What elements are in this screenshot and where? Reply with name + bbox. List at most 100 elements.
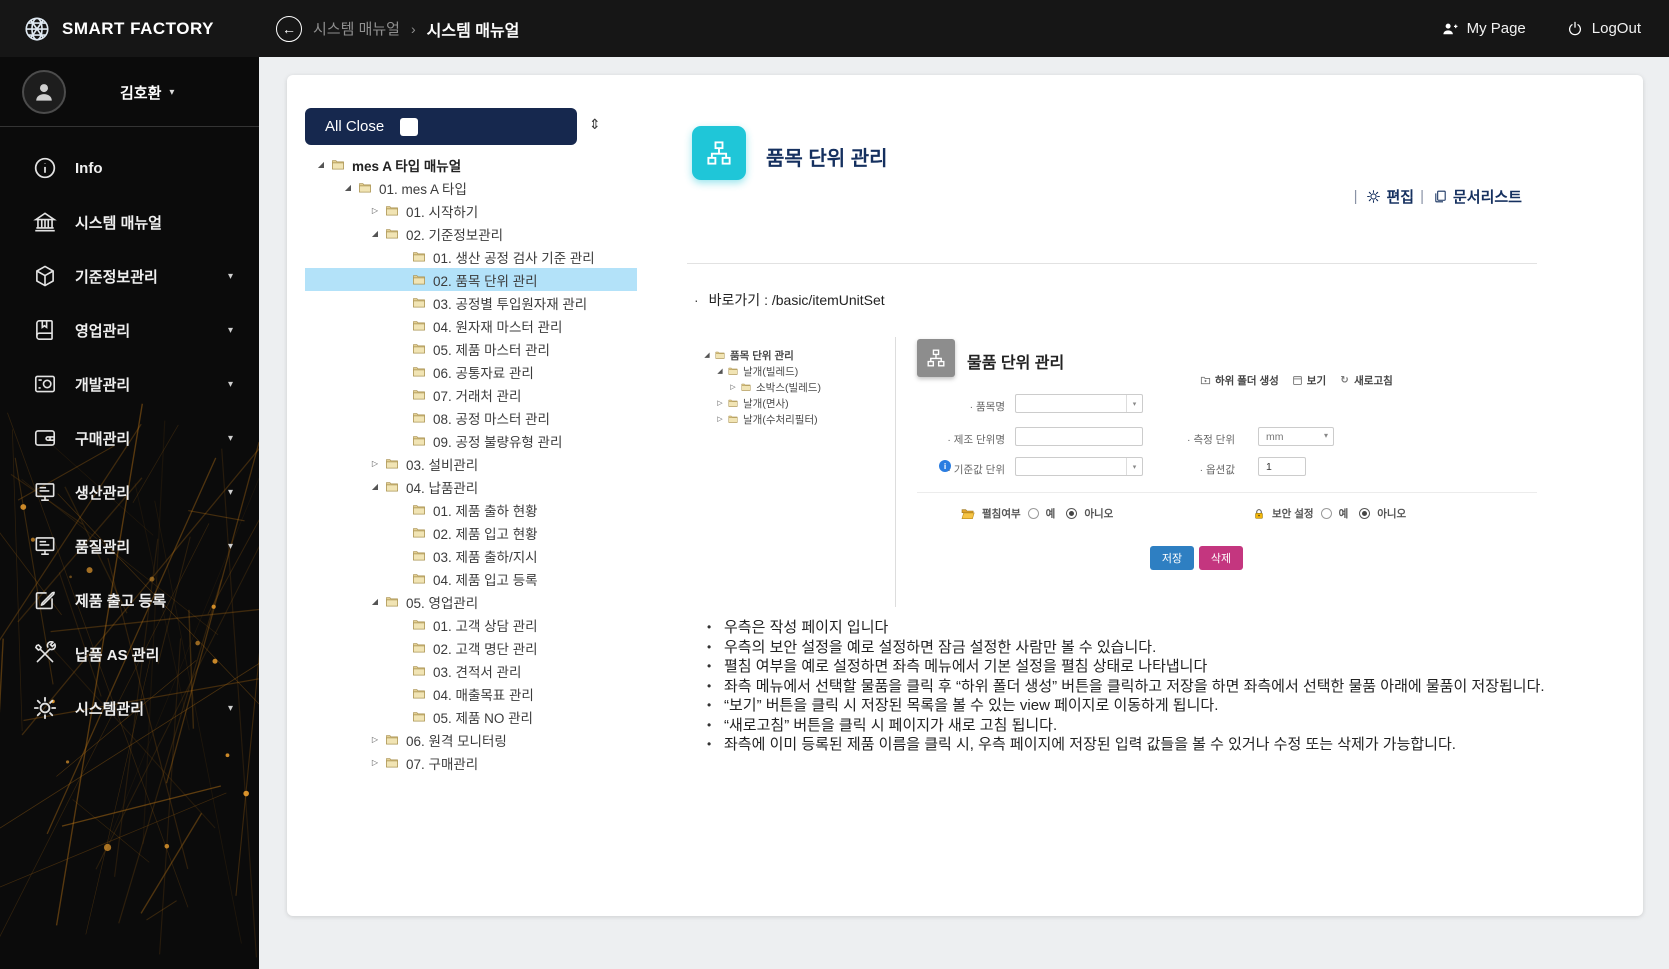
tree-item[interactable]: ◢05. 영업관리	[305, 590, 637, 613]
manual-tree: ◢mes A 타입 매뉴얼◢01. mes A 타입▷01. 시작하기◢02. …	[305, 153, 637, 774]
security-yes-radio[interactable]	[1321, 508, 1332, 519]
sidebar-item-label: 개발관리	[75, 374, 130, 395]
tree-item[interactable]: 04. 매출목표 관리	[305, 682, 637, 705]
tree-caret-open-icon[interactable]: ◢	[369, 597, 381, 606]
item-name-combobox[interactable]: ▾	[1015, 394, 1143, 413]
tree-item[interactable]: 03. 공정별 투입원자재 관리	[305, 291, 637, 314]
tree-caret-closed-icon[interactable]: ▷	[715, 415, 725, 423]
tree-caret-closed-icon[interactable]: ▷	[369, 459, 381, 468]
refresh-button[interactable]: ↻새로고침	[1339, 373, 1393, 388]
tree-caret-closed-icon[interactable]: ▷	[715, 399, 725, 407]
logout-button[interactable]: LogOut	[1566, 20, 1641, 38]
tree-caret-open-icon[interactable]: ◢	[702, 351, 712, 359]
tree-item[interactable]: ◢품목 단위 관리	[700, 347, 821, 363]
tree-all-close-header[interactable]: All Close	[305, 108, 577, 145]
tree-item[interactable]: ▷01. 시작하기	[305, 199, 637, 222]
all-close-checkbox[interactable]	[400, 118, 418, 136]
tree-caret-closed-icon[interactable]: ▷	[369, 758, 381, 767]
create-subfolder-button[interactable]: 하위 폴더 생성	[1200, 373, 1279, 388]
tree-caret-open-icon[interactable]: ◢	[342, 183, 354, 192]
tree-item[interactable]: ▷날개(수처리필터)	[700, 411, 821, 427]
tree-item[interactable]: ▷ 03. 설비관리	[305, 452, 637, 475]
sidebar-item-7[interactable]: 생산관리▾	[0, 465, 259, 519]
tree-item[interactable]: 01. 제품 출하 현황	[305, 498, 637, 521]
radio-yes-label[interactable]: 예	[1339, 506, 1349, 521]
view-icon	[1292, 375, 1303, 386]
tree-item[interactable]: 07. 거래처 관리	[305, 383, 637, 406]
tree-item-label: 07. 거래처 관리	[433, 385, 521, 405]
avatar[interactable]	[22, 70, 66, 114]
sidebar-item-9[interactable]: 제품 출고 등록	[0, 573, 259, 627]
tree-caret-closed-icon[interactable]: ▷	[728, 383, 738, 391]
tree-item[interactable]: ▷07. 구매관리	[305, 751, 637, 774]
shortcut-link[interactable]: 바로가기 : /basic/itemUnitSet	[694, 290, 885, 310]
tree-item[interactable]: 01. 고객 상담 관리	[305, 613, 637, 636]
sidebar-item-11[interactable]: 시스템관리▾	[0, 681, 259, 735]
tree-item-selected[interactable]: 02. 품목 단위 관리	[305, 268, 637, 291]
folder-icon	[411, 687, 427, 700]
sidebar-item-6[interactable]: 구매관리▾	[0, 411, 259, 465]
folder-icon	[357, 181, 373, 194]
tree-item[interactable]: 03. 제품 출하/지시	[305, 544, 637, 567]
tree-item[interactable]: 09. 공정 불량유형 관리	[305, 429, 637, 452]
tree-item[interactable]: ▷ 날개(면사)	[700, 395, 821, 411]
tree-caret-open-icon[interactable]: ◢	[369, 229, 381, 238]
tree-item[interactable]: 05. 제품 NO 관리	[305, 705, 637, 728]
sidebar-item-3[interactable]: 기준정보관리▾	[0, 249, 259, 303]
tree-item[interactable]: 04. 원자재 마스터 관리	[305, 314, 637, 337]
sidebar-item-2[interactable]: 시스템 매뉴얼	[0, 195, 259, 249]
tree-item[interactable]: 08. 공정 마스터 관리	[305, 406, 637, 429]
document-list-button[interactable]: 문서리스트	[1420, 186, 1522, 207]
tree-item[interactable]: 01. 생산 공정 검사 기준 관리	[305, 245, 637, 268]
page-title-breadcrumb: 시스템 매뉴얼	[427, 17, 520, 41]
info-icon	[32, 155, 58, 181]
breadcrumb-parent[interactable]: 시스템 매뉴얼	[313, 18, 400, 39]
folder-icon	[384, 457, 400, 470]
tree-caret-open-icon[interactable]: ◢	[315, 160, 327, 169]
tree-item[interactable]: ▷소박스(빌레드)	[700, 379, 821, 395]
tree-item[interactable]: ◢02. 기준정보관리	[305, 222, 637, 245]
tree-item[interactable]: ◢04. 납품관리	[305, 475, 637, 498]
back-icon[interactable]: ←	[276, 16, 302, 42]
option-value-input[interactable]: 1	[1258, 457, 1306, 476]
sidebar-item-1[interactable]: Info	[0, 141, 259, 195]
tree-item[interactable]: 03. 견적서 관리	[305, 659, 637, 682]
tree-item-label: 03. 설비관리	[406, 454, 478, 474]
tree-item[interactable]: ▷06. 원격 모니터링	[305, 728, 637, 751]
delete-button[interactable]: 삭제	[1199, 546, 1243, 570]
tree-item[interactable]: ◢mes A 타입 매뉴얼	[305, 153, 637, 176]
tree-caret-open-icon[interactable]: ◢	[369, 482, 381, 491]
sidebar-item-5[interactable]: 개발관리▾	[0, 357, 259, 411]
save-button[interactable]: 저장	[1150, 546, 1194, 570]
view-button[interactable]: 보기	[1292, 373, 1326, 388]
edit-button[interactable]: 편집	[1354, 186, 1415, 207]
tree-item[interactable]: 06. 공통자료 관리	[305, 360, 637, 383]
tree-item[interactable]: ◢날개(빌레드)	[700, 363, 821, 379]
security-no-radio[interactable]	[1359, 508, 1370, 519]
base-unit-combobox[interactable]: ▾	[1015, 457, 1143, 476]
measure-unit-select[interactable]: mm▾	[1258, 427, 1334, 446]
tree-item[interactable]: 02. 제품 입고 현황	[305, 521, 637, 544]
my-page-button[interactable]: My Page	[1441, 20, 1526, 38]
tree-item[interactable]: 04. 제품 입고 등록	[305, 567, 637, 590]
tree-item-label: 날개(면사)	[743, 396, 789, 411]
tree-item[interactable]: 05. 제품 마스터 관리	[305, 337, 637, 360]
sidebar-item-4[interactable]: 영업관리▾	[0, 303, 259, 357]
expand-yes-radio[interactable]	[1028, 508, 1039, 519]
tree-caret-closed-icon[interactable]: ▷	[369, 735, 381, 744]
tree-caret-closed-icon[interactable]: ▷	[369, 206, 381, 215]
radio-yes-label[interactable]: 예	[1046, 506, 1056, 521]
resize-updown-icon[interactable]: ⇕	[589, 116, 601, 133]
user-menu[interactable]: 김호환 ▾	[120, 57, 174, 127]
user-row: 김호환 ▾	[0, 57, 259, 127]
sidebar-item-8[interactable]: 품질관리▾	[0, 519, 259, 573]
sidebar-item-10[interactable]: 납품 AS 관리	[0, 627, 259, 681]
expand-no-radio[interactable]	[1066, 508, 1077, 519]
radio-no-label[interactable]: 아니오	[1084, 506, 1113, 521]
tree-item[interactable]: ◢01. mes A 타입	[305, 176, 637, 199]
manufacture-unit-input[interactable]	[1015, 427, 1143, 446]
brand[interactable]: SMART FACTORY	[22, 0, 214, 57]
tree-item[interactable]: 02. 고객 명단 관리	[305, 636, 637, 659]
radio-no-label[interactable]: 아니오	[1377, 506, 1406, 521]
tree-caret-open-icon[interactable]: ◢	[715, 367, 725, 375]
